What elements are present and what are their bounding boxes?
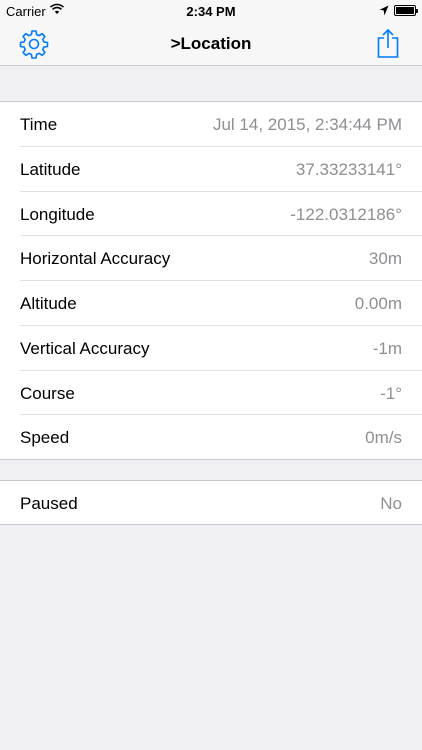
row-label: Course	[20, 383, 75, 403]
row-value: No	[380, 494, 402, 513]
row-value: 0.00m	[354, 294, 402, 313]
row-value: Jul 14, 2015, 2:34:44 PM	[212, 115, 402, 134]
row-label: Horizontal Accuracy	[20, 249, 171, 269]
row-altitude: Altitude 0.00m	[0, 281, 422, 326]
row-label: Longitude	[20, 204, 95, 224]
row-label: Time	[20, 115, 58, 134]
status-section: Paused No	[0, 480, 422, 525]
row-horizontal-accuracy: Horizontal Accuracy 30m	[0, 236, 422, 281]
page-title: >Location	[170, 34, 252, 53]
row-value: 0m/s	[365, 428, 402, 448]
row-label: Paused	[20, 494, 78, 513]
row-time: Time Jul 14, 2015, 2:34:44 PM	[0, 102, 422, 147]
row-label: Altitude	[20, 294, 77, 313]
row-label: Vertical Accuracy	[20, 338, 150, 358]
row-value: 30m	[368, 249, 402, 269]
row-value: -122.0312186°	[290, 204, 402, 224]
row-paused: Paused No	[0, 481, 422, 526]
row-value: 37.33233141°	[295, 159, 402, 179]
row-value: -1m	[372, 338, 402, 358]
row-label: Latitude	[20, 159, 81, 179]
navigation-bar: >Location	[0, 22, 422, 66]
share-icon[interactable]	[372, 28, 404, 60]
row-course: Course -1°	[0, 371, 422, 416]
location-arrow-icon	[379, 4, 389, 19]
row-value: -1°	[380, 383, 402, 403]
row-speed: Speed 0m/s	[0, 415, 422, 460]
status-bar: Carrier 2:34 PM	[0, 0, 422, 22]
location-section: Time Jul 14, 2015, 2:34:44 PM Latitude 3…	[0, 101, 422, 460]
row-label: Speed	[20, 428, 70, 448]
battery-icon	[394, 5, 418, 16]
row-latitude: Latitude 37.33233141°	[0, 147, 422, 192]
status-time: 2:34 PM	[186, 4, 236, 19]
row-longitude: Longitude -122.0312186°	[0, 192, 422, 237]
row-vertical-accuracy: Vertical Accuracy -1m	[0, 326, 422, 371]
